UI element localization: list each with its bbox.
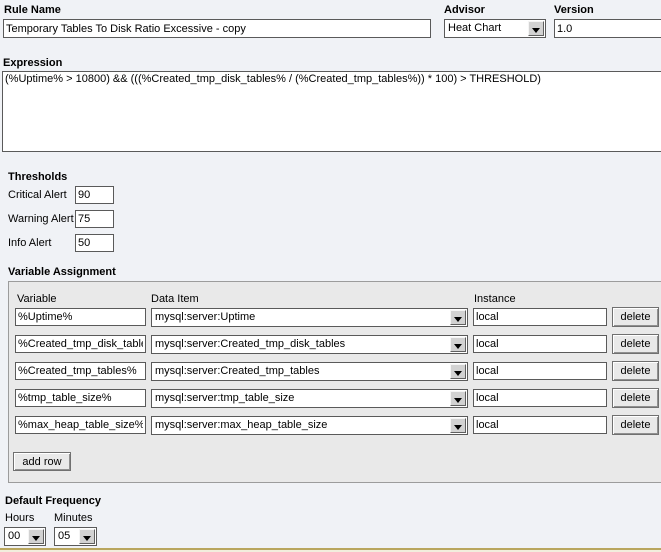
variable-assignment-panel: Variable Data Item Instance mysql:server… [8,281,661,483]
critical-alert-label: Critical Alert [8,189,67,201]
instance-input[interactable] [473,335,607,353]
minutes-select[interactable]: 05 [54,527,97,546]
variable-input[interactable] [15,389,146,407]
chevron-down-icon[interactable] [450,418,466,433]
instance-input[interactable] [473,389,607,407]
data-item-select[interactable]: mysql:server:Uptime [151,308,468,327]
chevron-down-icon[interactable] [450,337,466,352]
variable-assignment-label: Variable Assignment [8,266,116,278]
warning-alert-label: Warning Alert [8,213,74,225]
column-header-variable: Variable [17,293,57,305]
hours-select-value: 00 [8,530,27,542]
instance-input[interactable] [473,362,607,380]
version-label: Version [554,4,594,16]
minutes-select-value: 05 [58,530,78,542]
advisor-label: Advisor [444,4,485,16]
default-frequency-label: Default Frequency [5,495,101,507]
advisor-select[interactable]: Heat Chart [444,19,546,38]
info-alert-label: Info Alert [8,237,51,249]
chevron-down-icon[interactable] [79,529,95,544]
chevron-down-icon[interactable] [528,21,544,36]
version-input[interactable] [554,19,661,38]
hours-select[interactable]: 00 [4,527,46,546]
delete-button[interactable]: delete [612,388,659,408]
expression-label: Expression [3,57,62,69]
variable-input[interactable] [15,416,146,434]
delete-button[interactable]: delete [612,307,659,327]
data-item-select[interactable]: mysql:server:Created_tmp_tables [151,362,468,381]
warning-alert-input[interactable] [75,210,114,228]
chevron-down-icon[interactable] [450,364,466,379]
delete-button[interactable]: delete [612,415,659,435]
column-header-data-item: Data Item [151,293,199,305]
data-item-select[interactable]: mysql:server:Created_tmp_disk_tables [151,335,468,354]
data-item-select[interactable]: mysql:server:tmp_table_size [151,389,468,408]
critical-alert-input[interactable] [75,186,114,204]
rule-editor-form: Rule Name Advisor Heat Chart Version Exp… [0,0,661,552]
info-alert-input[interactable] [75,234,114,252]
chevron-down-icon[interactable] [450,391,466,406]
data-item-select[interactable]: mysql:server:max_heap_table_size [151,416,468,435]
variable-input[interactable] [15,362,146,380]
expression-textarea[interactable]: (%Uptime% > 10800) && (((%Created_tmp_di… [2,71,661,152]
instance-input[interactable] [473,416,607,434]
rule-name-label: Rule Name [4,4,61,16]
add-row-button[interactable]: add row [13,452,71,471]
hours-label: Hours [5,512,34,524]
instance-input[interactable] [473,308,607,326]
advisor-select-value: Heat Chart [448,22,527,34]
chevron-down-icon[interactable] [28,529,44,544]
thresholds-label: Thresholds [8,171,67,183]
variable-input[interactable] [15,335,146,353]
column-header-instance: Instance [474,293,516,305]
delete-button[interactable]: delete [612,334,659,354]
minutes-label: Minutes [54,512,93,524]
rule-name-input[interactable] [3,19,431,38]
chevron-down-icon[interactable] [450,310,466,325]
variable-input[interactable] [15,308,146,326]
delete-button[interactable]: delete [612,361,659,381]
